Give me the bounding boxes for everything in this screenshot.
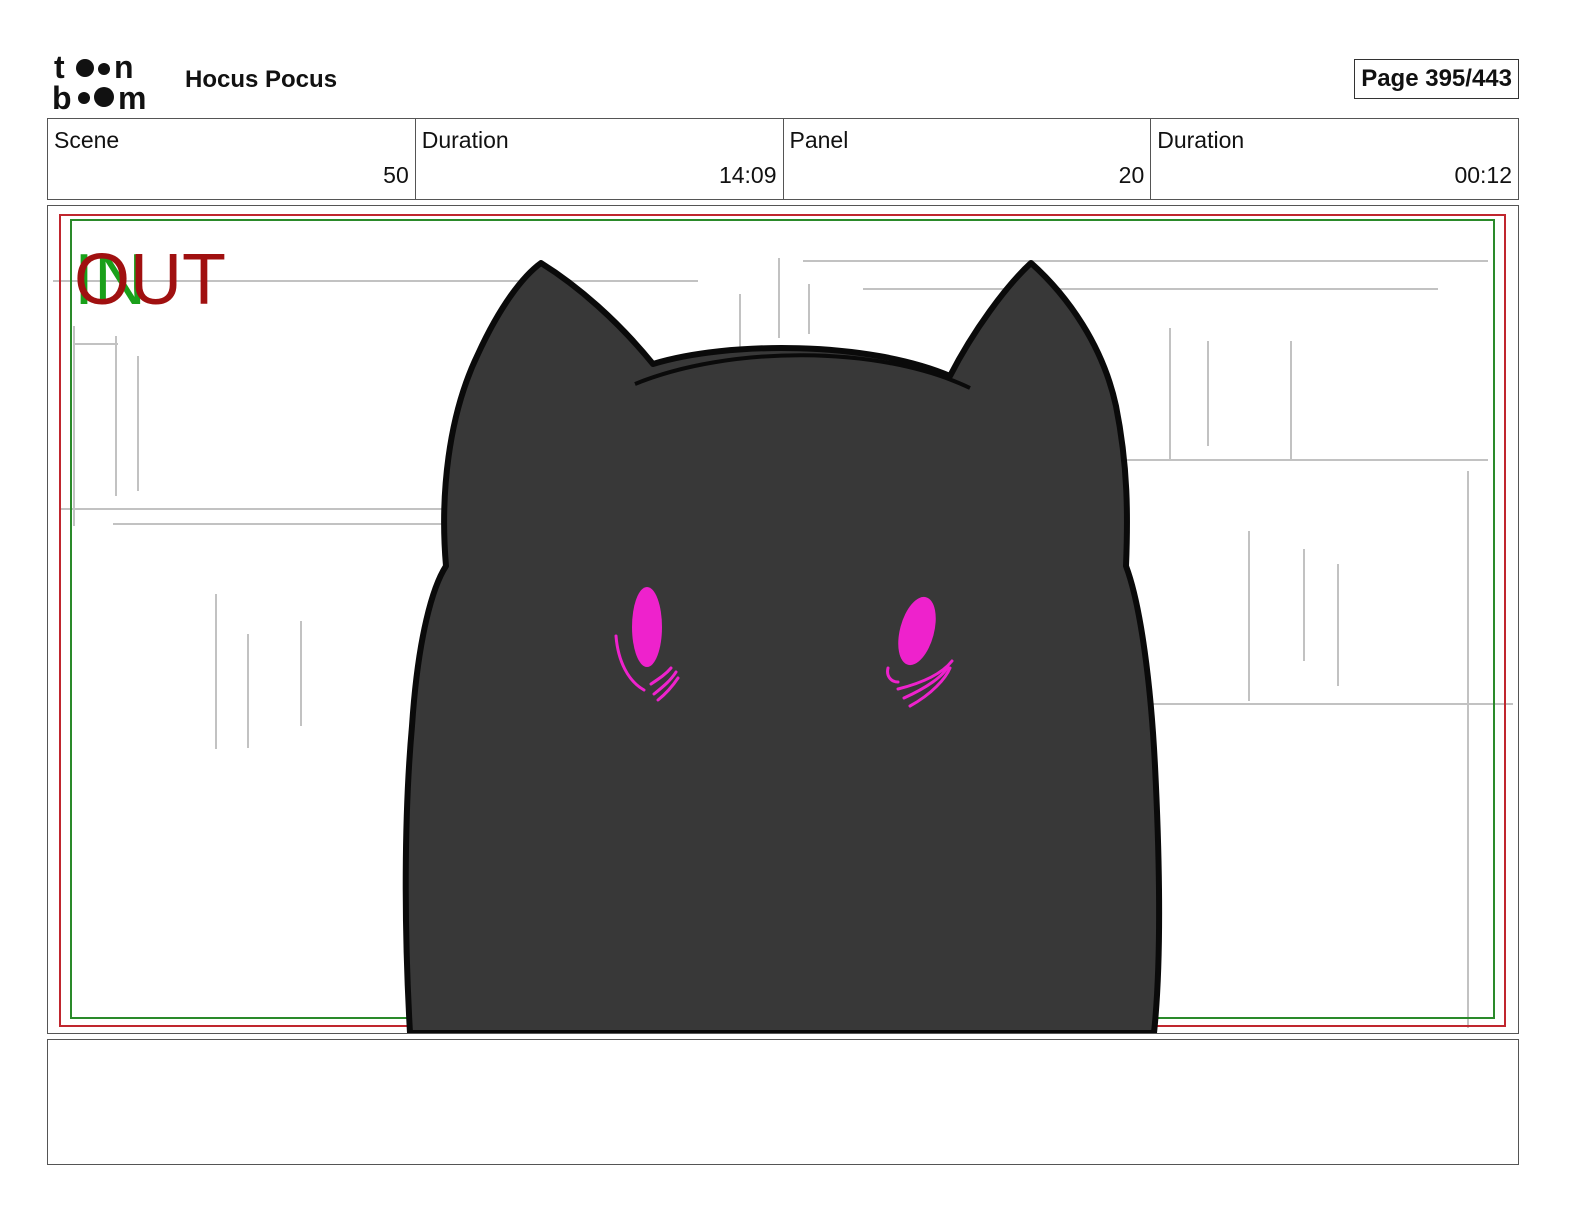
panel-label: Panel: [789, 127, 849, 153]
page-number: Page 395/443: [1354, 59, 1519, 99]
svg-text:m: m: [118, 80, 146, 112]
panel-duration-label: Duration: [1157, 127, 1245, 153]
scene-duration-label: Duration: [421, 127, 509, 153]
panel-artwork: IN OUT: [53, 214, 1513, 1033]
storyboard-panel: IN OUT: [47, 205, 1519, 1034]
out-marker: OUT: [74, 240, 226, 320]
panel-duration-value: 00:12: [1454, 162, 1512, 188]
left-eye: [632, 587, 662, 667]
scene-duration-cell: Duration 14:09: [416, 119, 784, 199]
panel-notes-area: [47, 1039, 1519, 1165]
scene-cell: Scene 50: [48, 119, 416, 199]
black-cat-character: [402, 260, 1162, 1033]
project-title: Hocus Pocus: [185, 66, 338, 93]
scene-value: 50: [383, 162, 409, 188]
scene-label: Scene: [54, 127, 120, 153]
scene-duration-value: 14:09: [718, 162, 777, 188]
toon-boom-logo: t n b m: [52, 49, 164, 116]
panel-info-table: Scene 50 Duration 14:09 Panel 20 Duratio…: [47, 118, 1519, 200]
panel-value: 20: [1118, 162, 1145, 188]
panel-cell: Panel 20: [784, 119, 1152, 199]
panel-duration-cell: Duration 00:12: [1151, 119, 1518, 199]
svg-text:b: b: [52, 80, 72, 112]
